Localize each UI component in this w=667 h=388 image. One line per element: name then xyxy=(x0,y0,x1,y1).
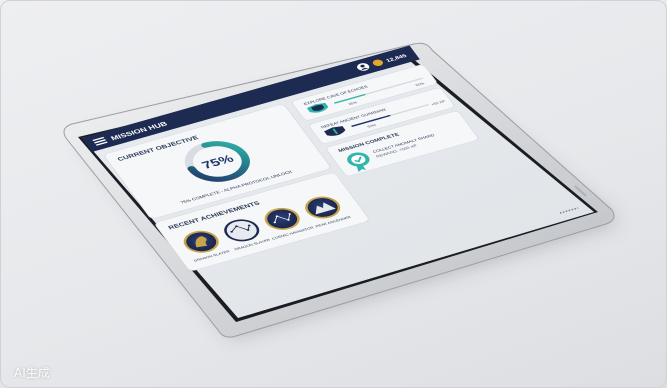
ai-generated-watermark: AI生成 xyxy=(14,366,50,380)
scene: MISSION HUB 12,845 CURRENT OBJECTIVE 75%… xyxy=(63,42,620,338)
